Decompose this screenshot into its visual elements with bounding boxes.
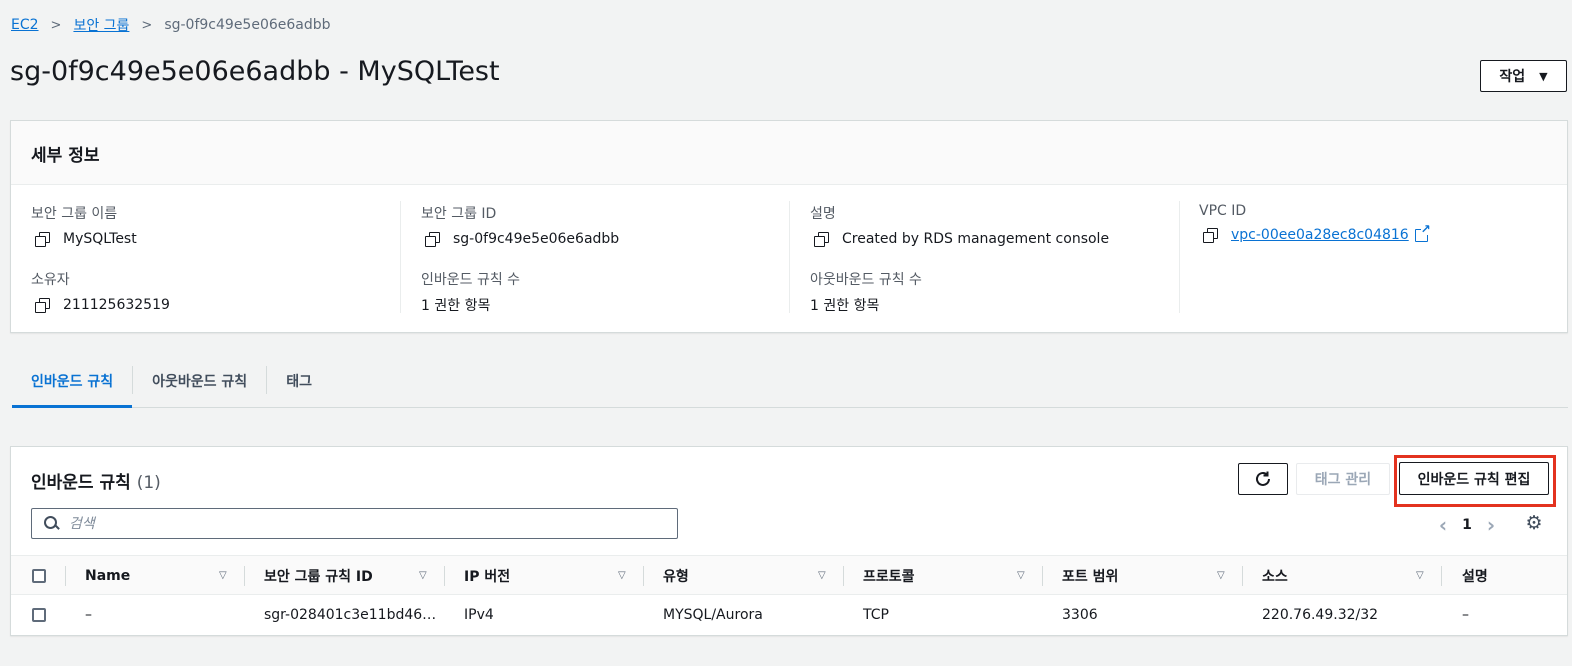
row-description: – <box>1462 607 1469 623</box>
sort-icon[interactable]: ▽ <box>219 570 227 581</box>
row-type: MYSQL/Aurora <box>663 607 763 623</box>
row-checkbox[interactable] <box>32 608 46 622</box>
refresh-button[interactable] <box>1238 463 1288 495</box>
outbound-count-field: 아웃바운드 규칙 수 1 권한 항목 <box>810 269 922 315</box>
sg-id-field: 보안 그룹 ID sg-0f9c49e5e06e6adbb <box>421 203 619 247</box>
chevron-right-icon: > <box>50 17 62 33</box>
chevron-right-icon[interactable]: › <box>1477 513 1505 537</box>
gear-icon[interactable]: ⚙ <box>1524 513 1544 533</box>
sort-icon[interactable]: ▽ <box>618 570 626 581</box>
inbound-count-value: 1 권한 항목 <box>421 298 491 314</box>
tab-outbound-rules[interactable]: 아웃바운드 규칙 <box>133 358 266 407</box>
owner-field: 소유자 211125632519 <box>31 269 170 313</box>
rules-table: Name ▽ 보안 그룹 규칙 ID ▽ IP 버전 ▽ 유형 ▽ 프로토콜 ▽… <box>11 555 1567 635</box>
inbound-rules-title-text: 인바운드 규칙 <box>31 473 131 493</box>
description-field: 설명 Created by RDS management console <box>810 203 1109 247</box>
outbound-count-value: 1 권한 항목 <box>810 298 880 314</box>
sort-icon[interactable]: ▽ <box>1217 570 1225 581</box>
row-source: 220.76.49.32/32 <box>1262 607 1379 623</box>
tab-tags[interactable]: 태그 <box>267 358 331 407</box>
description-value: Created by RDS management console <box>842 231 1110 247</box>
vpc-id-label: VPC ID <box>1199 203 1247 219</box>
external-link-icon <box>1414 222 1431 242</box>
actions-button-label: 작업 <box>1499 69 1526 85</box>
chevron-left-icon[interactable]: ‹ <box>1429 513 1457 537</box>
row-port-range: 3306 <box>1062 607 1098 623</box>
owner-label: 소유자 <box>31 272 70 288</box>
chevron-right-icon: > <box>141 17 153 33</box>
column-header-name[interactable]: Name <box>85 556 130 596</box>
column-header-port-range[interactable]: 포트 범위 <box>1062 556 1118 596</box>
copy-icon[interactable] <box>814 232 829 247</box>
refresh-icon <box>1256 471 1270 486</box>
column-header-type[interactable]: 유형 <box>663 556 689 596</box>
table-header: Name ▽ 보안 그룹 규칙 ID ▽ IP 버전 ▽ 유형 ▽ 프로토콜 ▽… <box>11 555 1567 596</box>
sort-icon[interactable]: ▽ <box>818 570 826 581</box>
row-name: – <box>85 607 92 623</box>
sg-name-value: MySQLTest <box>63 231 137 247</box>
description-label: 설명 <box>810 206 836 222</box>
breadcrumb-ec2-link[interactable]: EC2 <box>11 17 39 33</box>
row-ip-version: IPv4 <box>464 607 494 623</box>
sg-id-label: 보안 그룹 ID <box>421 206 497 222</box>
inbound-count-field: 인바운드 규칙 수 1 권한 항목 <box>421 269 520 315</box>
sg-id-value: sg-0f9c49e5e06e6adbb <box>453 231 620 247</box>
sg-name-field: 보안 그룹 이름 MySQLTest <box>31 203 137 247</box>
search-field[interactable] <box>31 508 678 539</box>
breadcrumb-current: sg-0f9c49e5e06e6adbb <box>164 17 331 33</box>
copy-icon[interactable] <box>35 232 50 247</box>
column-header-rule-id[interactable]: 보안 그룹 규칙 ID <box>264 556 373 596</box>
sort-icon[interactable]: ▽ <box>1416 570 1424 581</box>
actions-button[interactable]: 작업 ▼ <box>1480 60 1567 92</box>
details-title: 세부 정보 <box>11 121 1567 185</box>
breadcrumb: EC2 > 보안 그룹 > sg-0f9c49e5e06e6adbb <box>11 15 331 35</box>
vpc-id-field: VPC ID vpc-00ee0a28ec8c04816 <box>1199 203 1431 243</box>
tab-list: 인바운드 규칙 아웃바운드 규칙 태그 <box>12 358 1568 408</box>
search-icon <box>44 516 59 531</box>
column-header-ip-version[interactable]: IP 버전 <box>464 556 510 596</box>
page-number[interactable]: 1 <box>1457 517 1477 533</box>
copy-icon[interactable] <box>1203 228 1218 243</box>
select-all-checkbox[interactable] <box>32 569 46 583</box>
caret-down-icon: ▼ <box>1539 69 1548 83</box>
inbound-rules-count: (1) <box>136 473 161 493</box>
sg-name-label: 보안 그룹 이름 <box>31 206 118 222</box>
pagination: ‹ 1 › <box>1429 513 1505 537</box>
owner-value: 211125632519 <box>63 297 170 313</box>
breadcrumb-security-groups-link[interactable]: 보안 그룹 <box>73 15 129 35</box>
column-header-protocol[interactable]: 프로토콜 <box>863 556 915 596</box>
sort-icon[interactable]: ▽ <box>1017 570 1025 581</box>
details-panel: 세부 정보 보안 그룹 이름 MySQLTest 보안 그룹 ID sg-0f9… <box>10 120 1568 333</box>
tab-inbound-rules[interactable]: 인바운드 규칙 <box>12 358 133 408</box>
copy-icon[interactable] <box>425 232 440 247</box>
inbound-rules-title: 인바운드 규칙 (1) <box>31 468 161 493</box>
copy-icon[interactable] <box>35 298 50 313</box>
page-title: sg-0f9c49e5e06e6adbb - MySQLTest <box>10 56 500 87</box>
sort-icon[interactable]: ▽ <box>419 570 427 581</box>
inbound-count-label: 인바운드 규칙 수 <box>421 272 521 288</box>
row-rule-id: sgr-028401c3e11bd46… <box>264 607 437 623</box>
edit-inbound-rules-button[interactable]: 인바운드 규칙 편집 <box>1399 462 1549 495</box>
search-input[interactable] <box>69 515 649 532</box>
row-protocol: TCP <box>863 607 889 623</box>
table-row[interactable]: – sgr-028401c3e11bd46… IPv4 MYSQL/Aurora… <box>11 595 1567 635</box>
manage-tags-button[interactable]: 태그 관리 <box>1296 463 1390 495</box>
column-header-source[interactable]: 소스 <box>1262 556 1288 596</box>
inbound-rules-panel: 인바운드 규칙 (1) 태그 관리 인바운드 규칙 편집 ‹ 1 › ⚙ Nam… <box>10 446 1568 636</box>
outbound-count-label: 아웃바운드 규칙 수 <box>810 272 922 288</box>
vpc-id-link[interactable]: vpc-00ee0a28ec8c04816 <box>1231 227 1409 243</box>
column-header-description[interactable]: 설명 <box>1462 556 1488 596</box>
